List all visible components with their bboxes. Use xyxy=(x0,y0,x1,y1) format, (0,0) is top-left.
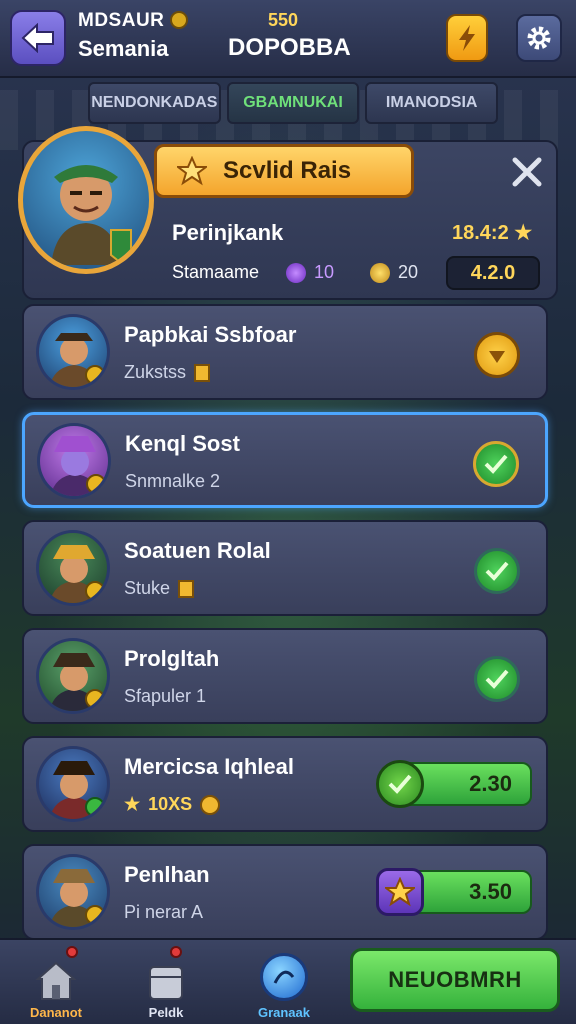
avatar xyxy=(36,746,110,822)
top-number: 550 xyxy=(268,10,299,30)
coin-badge-icon xyxy=(86,474,106,494)
list-item[interactable]: Penlhan Pi nerar A 3.50 xyxy=(22,844,548,940)
row-subtitle: ★ 10XS xyxy=(124,794,221,815)
buy-button[interactable]: 2.30 xyxy=(376,760,532,808)
claim-check-button[interactable] xyxy=(474,656,520,702)
banner-label: Scvlid Rais xyxy=(223,157,352,184)
avatar xyxy=(36,638,110,714)
score-display: 4.2.0 xyxy=(446,256,540,290)
gold-bar-icon xyxy=(178,579,195,598)
list-item[interactable]: Mercicsa Iqhleal ★ 10XS 2.30 xyxy=(22,736,548,832)
stat-purple: 10 xyxy=(286,262,334,283)
stat-gold: 20 xyxy=(370,262,418,283)
coin-badge-icon xyxy=(85,905,105,925)
green-check-badge-icon xyxy=(376,760,424,808)
avatar xyxy=(36,854,110,930)
purple-star-badge-icon xyxy=(376,868,424,916)
avatar xyxy=(36,530,110,606)
purple-gem-icon xyxy=(286,262,306,283)
notification-dot xyxy=(170,946,182,958)
claim-check-button[interactable] xyxy=(474,548,520,594)
title-line1: MDSAUR xyxy=(78,10,189,32)
list-item[interactable]: Prolgltah Sfapuler 1 xyxy=(22,628,548,724)
lightning-button[interactable] xyxy=(446,14,488,62)
row-title: Soatuen Rolal xyxy=(124,538,271,563)
avatar xyxy=(37,423,111,499)
price-label: 3.50 xyxy=(469,879,512,904)
close-button[interactable] xyxy=(500,146,554,198)
tab-bar: NENDONKADAS GBAMNUKAI IMANODSIA xyxy=(88,82,499,124)
row-subtitle: Pi nerar A xyxy=(124,902,204,922)
avatar xyxy=(36,314,110,390)
nav-orb[interactable]: Granaak xyxy=(244,946,324,1020)
page-title: DOPOBBA xyxy=(228,34,351,61)
arrow-left-icon xyxy=(21,23,54,53)
row-title: Penlhan xyxy=(124,862,210,887)
row-title: Mercicsa Iqhleal xyxy=(124,754,294,779)
claim-coin-button[interactable] xyxy=(474,332,520,378)
box-icon xyxy=(149,966,183,1000)
price-label: 2.30 xyxy=(469,771,512,796)
star-icon xyxy=(177,156,207,186)
check-icon xyxy=(485,561,509,581)
nav-label: Dananot xyxy=(30,1005,82,1020)
gold-gem-icon xyxy=(370,262,390,283)
tab-nendonkadas[interactable]: NENDONKADAS xyxy=(88,82,221,124)
tab-imanodsia[interactable]: IMANODSIA xyxy=(365,82,499,124)
row-subtitle: Snmnalke 2 xyxy=(125,471,221,491)
notification-dot xyxy=(66,946,78,958)
row-subtitle: Zukstss xyxy=(124,362,211,383)
character-portrait-icon xyxy=(51,165,132,265)
check-icon xyxy=(485,669,509,689)
close-icon xyxy=(512,157,542,187)
top-bar: MDSAUR Semania 550 DOPOBBA xyxy=(0,0,576,78)
coin-badge-icon xyxy=(85,365,105,385)
rank-value: 18.4:2 ★ xyxy=(452,222,533,244)
nav-label: Peldk xyxy=(148,1005,184,1020)
stat-label: Stamaame xyxy=(172,262,260,282)
list-item[interactable]: Papbkai Ssbfoar Zukstss xyxy=(22,304,548,400)
row-subtitle: Stuke xyxy=(124,578,195,599)
row-title: Kenql Sost xyxy=(125,431,240,456)
lightning-icon xyxy=(459,25,475,51)
star-icon: ★ xyxy=(124,794,141,814)
row-subtitle: Sfapuler 1 xyxy=(124,686,207,706)
green-badge-icon xyxy=(85,797,105,817)
row-title: Papbkai Ssbfoar xyxy=(124,322,297,347)
list-item[interactable]: Kenql Sost Snmnalke 2 xyxy=(22,412,548,508)
row-title: Prolgltah xyxy=(124,646,220,671)
cta-button[interactable]: NEUOBMRH xyxy=(350,948,560,1012)
tab-gbamnukai[interactable]: GBAMNUKAI xyxy=(226,82,360,124)
title-banner: Scvlid Rais xyxy=(154,144,414,198)
nav-home[interactable]: Dananot xyxy=(16,946,96,1020)
buy-button[interactable]: 3.50 xyxy=(376,868,532,916)
coin-icon xyxy=(200,794,221,815)
coin-badge-icon xyxy=(85,689,105,709)
coin-badge-icon xyxy=(85,581,105,601)
house-icon xyxy=(35,961,77,1000)
back-button[interactable] xyxy=(10,10,66,66)
gold-bar-icon xyxy=(194,363,211,382)
claim-check-button[interactable] xyxy=(473,441,519,487)
title-line2: Semania xyxy=(78,36,169,61)
nav-box[interactable]: Peldk xyxy=(126,946,206,1020)
gear-icon xyxy=(527,26,551,50)
nav-label: Granaak xyxy=(257,1005,311,1020)
check-icon xyxy=(484,454,508,474)
settings-button[interactable] xyxy=(516,14,562,62)
rank-label: Perinjkank xyxy=(172,220,284,245)
player-avatar[interactable] xyxy=(18,126,154,274)
coin-icon xyxy=(170,11,189,29)
blue-orb-icon xyxy=(260,953,308,1001)
coin-icon xyxy=(489,351,505,363)
list-item[interactable]: Soatuen Rolal Stuke xyxy=(22,520,548,616)
rank-star-icon: ★ xyxy=(514,222,533,244)
